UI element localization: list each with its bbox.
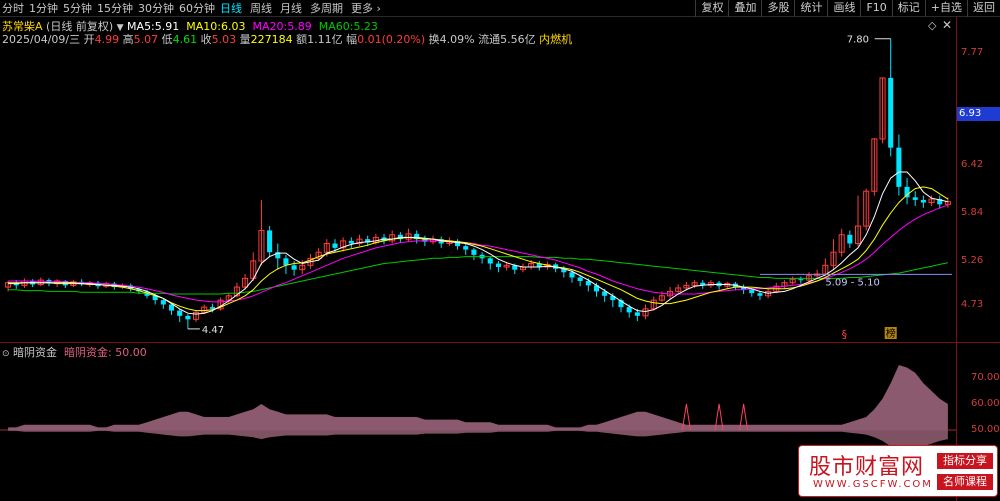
candle-body [495, 263, 501, 268]
ma-lines-group [8, 171, 949, 315]
candle-body [160, 300, 166, 305]
candles-group [5, 38, 951, 329]
price-label: 6.42 [961, 159, 984, 170]
ma20-line [8, 204, 949, 303]
candle-body [283, 258, 289, 266]
indicator-axis-label: 50.00 [971, 424, 1000, 435]
candle-body [920, 199, 926, 203]
indicator-name: 暗阴资金 [13, 346, 58, 359]
candle-body [749, 289, 755, 294]
candle-body [463, 246, 469, 250]
candle-body [332, 243, 338, 248]
price-label: 5.26 [961, 255, 984, 266]
stock-chart-window: 分时 1分钟 5分钟 15分钟 30分钟 60分钟 日线 周线 月线 多周期 更… [0, 0, 1000, 501]
candle-body [471, 249, 477, 255]
indicator-title[interactable]: ⊙ 暗阴资金 暗阴资金: 50.00 [2, 344, 147, 360]
watermark-url: WWW.GSCFW.COM [813, 479, 933, 490]
candle-body [888, 77, 894, 148]
annotations-group: 7.80 4.47 5.09 - 5.10 § 榜 [187, 35, 952, 341]
candle-body [634, 312, 640, 316]
candle-body [626, 307, 632, 313]
indicator-axis-label: 60.00 [971, 398, 1000, 409]
candle-body [569, 272, 575, 278]
candle-body [267, 230, 273, 253]
price-label: 7.77 [961, 47, 984, 58]
candle-body [487, 258, 493, 264]
indicator-value: 50.00 [115, 346, 147, 359]
candle-body [209, 307, 215, 309]
candle-body [847, 234, 853, 244]
marker-s: § [842, 328, 848, 341]
watermark-logo: 股市财富网 [809, 455, 925, 480]
candle-body [798, 279, 804, 281]
current-price-tag: 6.93 [957, 107, 1000, 121]
watermark-tag: 名师课程 [937, 474, 993, 490]
watermark: 股市财富网 WWW.GSCFW.COM 指标分享 名师课程 [798, 445, 998, 497]
candle-body [348, 240, 354, 244]
indicator-area [8, 365, 948, 430]
marker-box-label: 榜 [886, 327, 896, 340]
candle-body [757, 293, 763, 296]
indicator-value-label: 暗阴资金: [64, 346, 112, 359]
price-axis: 7.77 6.93 6.42 5.84 5.26 4.73 [956, 17, 1000, 342]
kline-chart[interactable]: 7.80 4.47 5.09 - 5.10 § 榜 [0, 0, 1000, 501]
candle-body [185, 315, 191, 320]
indicator-axis-label: 70.00 [971, 372, 1000, 383]
candle-body [912, 197, 918, 200]
candle-body [169, 304, 175, 311]
watermark-tag: 指标分享 [937, 453, 993, 469]
circle-icon: ⊙ [2, 349, 10, 359]
candle-body [896, 147, 902, 187]
candle-body [291, 265, 297, 270]
price-label: 4.73 [961, 299, 984, 310]
indicator-group [8, 365, 948, 453]
low-marker-label: 4.47 [202, 325, 224, 336]
price-label: 5.84 [961, 207, 984, 218]
range-label: 5.09 - 5.10 [825, 277, 880, 288]
candle-body [577, 277, 583, 281]
candle-body [177, 310, 183, 316]
ma5-line [8, 171, 949, 315]
high-marker-label: 7.80 [847, 35, 869, 46]
